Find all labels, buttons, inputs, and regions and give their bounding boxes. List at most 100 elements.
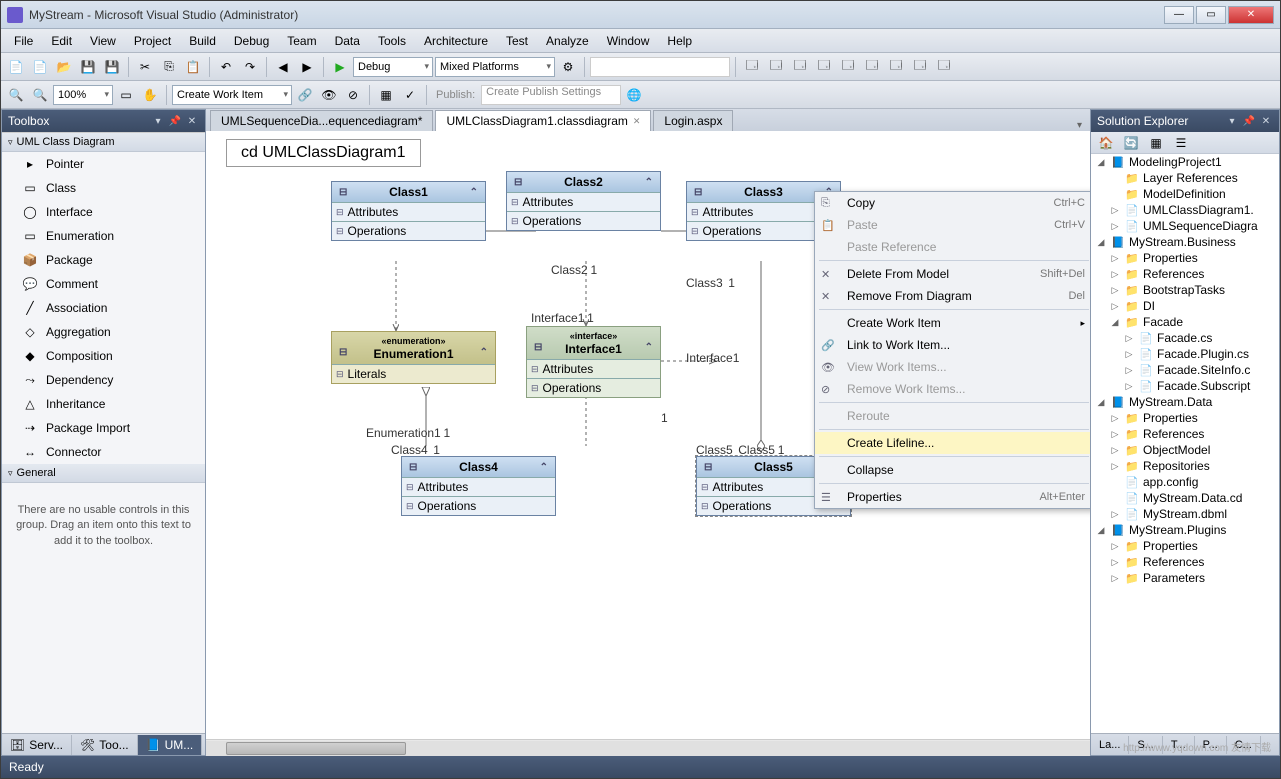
menu-help[interactable]: Help [658, 31, 701, 51]
menu-view[interactable]: View [81, 31, 125, 51]
tree-item[interactable]: ◢📘ModelingProject1 [1091, 154, 1279, 170]
tree-item[interactable]: ▷📁Parameters [1091, 570, 1279, 586]
context-remove-from-diagram[interactable]: ✕Remove From DiagramDel [815, 285, 1090, 307]
toolbox-group-uml[interactable]: UML Class Diagram [2, 133, 205, 152]
close-icon[interactable]: ✕ [185, 114, 199, 128]
cut-icon[interactable]: ✂ [134, 56, 156, 78]
toolbox-item-composition[interactable]: ◆Composition [2, 344, 205, 368]
tree-expander-icon[interactable]: ◢ [1095, 397, 1107, 408]
zoom-out-icon[interactable]: 🔍 [29, 84, 51, 106]
tree-expander-icon[interactable]: ▷ [1109, 573, 1121, 584]
class4-box[interactable]: ⊟Class4⌃ Attributes Operations [401, 456, 556, 516]
dropdown-icon[interactable]: ▾ [151, 114, 165, 128]
home-icon[interactable]: 🏠 [1095, 132, 1117, 154]
toolbox-item-dependency[interactable]: ⤳Dependency [2, 368, 205, 392]
zoom-combo[interactable]: 100% [53, 85, 113, 105]
tree-item[interactable]: 📁ModelDefinition [1091, 186, 1279, 202]
tree-item[interactable]: ▷📄Facade.cs [1091, 330, 1279, 346]
cwi-combo[interactable]: Create Work Item [172, 85, 292, 105]
toolbox-item-connector[interactable]: ↔Connector [2, 440, 205, 464]
menu-window[interactable]: Window [598, 31, 659, 51]
validate-icon[interactable]: ✓ [399, 84, 421, 106]
tb-icon-3[interactable]: 🗔 [789, 56, 811, 78]
zoom-in-icon[interactable]: 🔍 [5, 84, 27, 106]
tree-item[interactable]: ▷📄Facade.Plugin.cs [1091, 346, 1279, 362]
refresh-icon[interactable]: 🔄 [1120, 132, 1142, 154]
tab-login-aspx[interactable]: Login.aspx [653, 110, 733, 131]
tree-expander-icon[interactable]: ▷ [1123, 381, 1135, 392]
tree-expander-icon[interactable]: ▷ [1123, 365, 1135, 376]
tree-item[interactable]: ▷📁Properties [1091, 250, 1279, 266]
tree-expander-icon[interactable]: ▷ [1109, 445, 1121, 456]
tree-item[interactable]: ◢📘MyStream.Business [1091, 234, 1279, 250]
paste-icon[interactable]: 📋 [182, 56, 204, 78]
tab-close-icon[interactable]: ✕ [633, 116, 641, 127]
maximize-button[interactable]: ▭ [1196, 6, 1226, 24]
publish-input[interactable]: Create Publish Settings [481, 85, 621, 105]
chevron-icon[interactable]: ⌃ [470, 187, 478, 198]
pan-icon[interactable]: ✋ [139, 84, 161, 106]
tree-expander-icon[interactable]: ▷ [1123, 349, 1135, 360]
cwi-remove-icon[interactable]: ⊘ [342, 84, 364, 106]
close-button[interactable]: ✕ [1228, 6, 1274, 24]
toolbox-item-inheritance[interactable]: △Inheritance [2, 392, 205, 416]
toolbox-item-enumeration[interactable]: ▭Enumeration [2, 224, 205, 248]
interface1-box[interactable]: «interface»⊟Interface1⌃ Attributes Opera… [526, 326, 661, 398]
save-all-icon[interactable]: 💾 [101, 56, 123, 78]
minimize-button[interactable]: — [1164, 6, 1194, 24]
open-icon[interactable]: 📂 [53, 56, 75, 78]
tree-expander-icon[interactable]: ▷ [1109, 509, 1121, 520]
menu-tools[interactable]: Tools [369, 31, 415, 51]
toolbox-item-pointer[interactable]: ▸Pointer [2, 152, 205, 176]
tree-item[interactable]: 📄app.config [1091, 474, 1279, 490]
fit-icon[interactable]: ▭ [115, 84, 137, 106]
menu-build[interactable]: Build [180, 31, 225, 51]
tree-expander-icon[interactable]: ▷ [1109, 429, 1121, 440]
tb-icon-4[interactable]: 🗔 [813, 56, 835, 78]
tree-item[interactable]: ▷📁Repositories [1091, 458, 1279, 474]
save-icon[interactable]: 💾 [77, 56, 99, 78]
tree-item[interactable]: ▷📁Properties [1091, 410, 1279, 426]
tree-item[interactable]: ▷📁References [1091, 554, 1279, 570]
tree-item[interactable]: 📁Layer References [1091, 170, 1279, 186]
tree-item[interactable]: ▷📄MyStream.dbml [1091, 506, 1279, 522]
toolbox-item-interface[interactable]: ◯Interface [2, 200, 205, 224]
add-item-icon[interactable]: 📄 [29, 56, 51, 78]
tree-item[interactable]: ◢📘MyStream.Plugins [1091, 522, 1279, 538]
new-project-icon[interactable]: 📄 [5, 56, 27, 78]
undo-icon[interactable]: ↶ [215, 56, 237, 78]
dropdown-icon[interactable]: ▾ [1225, 114, 1239, 128]
diagram-canvas[interactable]: cd UMLClassDiagram1 [206, 131, 1090, 739]
enumeration1-box[interactable]: «enumeration»⊟Enumeration1⌃ Literals [331, 331, 496, 384]
toolbox-item-comment[interactable]: 💬Comment [2, 272, 205, 296]
tree-expander-icon[interactable]: ▷ [1109, 221, 1121, 232]
tree-item[interactable]: ▷📄Facade.Subscript [1091, 378, 1279, 394]
tb-icon-6[interactable]: 🗔 [861, 56, 883, 78]
tree-expander-icon[interactable]: ◢ [1095, 237, 1107, 248]
tab-sequence-diagram[interactable]: UMLSequenceDia...equencediagram* [210, 110, 433, 131]
tree-expander-icon[interactable]: ▷ [1123, 333, 1135, 344]
tree-expander-icon[interactable]: ▷ [1109, 253, 1121, 264]
tab-overflow-icon[interactable]: ▾ [1077, 120, 1082, 131]
tab-class-diagram[interactable]: UMLClassDiagram1.classdiagram✕ [435, 110, 651, 131]
redo-icon[interactable]: ↷ [239, 56, 261, 78]
tree-item[interactable]: ◢📘MyStream.Data [1091, 394, 1279, 410]
tree-item[interactable]: ▷📁DI [1091, 298, 1279, 314]
menu-team[interactable]: Team [278, 31, 325, 51]
collapse-icon[interactable]: ⊟ [339, 187, 347, 198]
menu-debug[interactable]: Debug [225, 31, 278, 51]
tree-item[interactable]: ▷📁Properties [1091, 538, 1279, 554]
platform-combo[interactable]: Mixed Platforms [435, 57, 555, 77]
tree-expander-icon[interactable]: ◢ [1095, 157, 1107, 168]
tree-expander-icon[interactable]: ▷ [1109, 557, 1121, 568]
toolbox-item-aggregation[interactable]: ◇Aggregation [2, 320, 205, 344]
publish-icon[interactable]: 🌐 [623, 84, 645, 106]
context-collapse[interactable]: Collapse [815, 459, 1090, 481]
tb-icon-1[interactable]: 🗔 [741, 56, 763, 78]
tree-expander-icon[interactable]: ▷ [1109, 541, 1121, 552]
menu-file[interactable]: File [5, 31, 42, 51]
tb-icon-5[interactable]: 🗔 [837, 56, 859, 78]
start-icon[interactable]: ▶ [329, 56, 351, 78]
nav-fwd-icon[interactable]: ▶ [296, 56, 318, 78]
tree-expander-icon[interactable]: ▷ [1109, 285, 1121, 296]
